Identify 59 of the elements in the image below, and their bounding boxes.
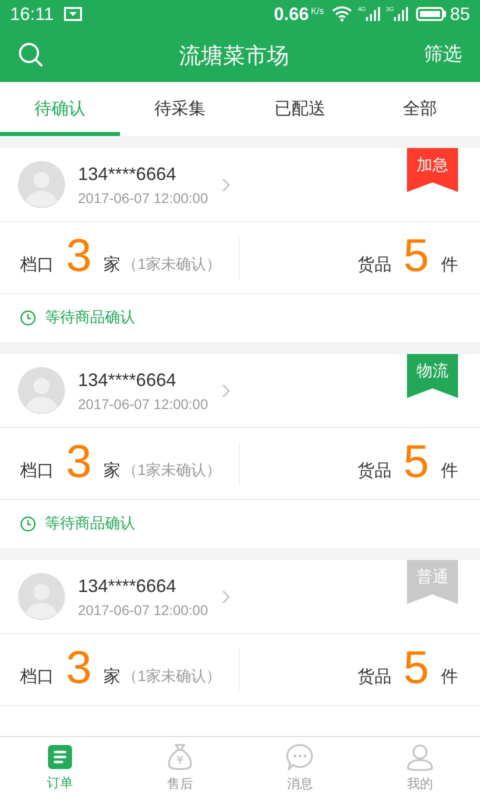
money-bag-icon (167, 743, 193, 772)
order-status: 等待商品确认 (45, 308, 135, 328)
stall-label: 档口 (20, 254, 54, 276)
tab[interactable]: 全部 (360, 82, 480, 136)
order-card[interactable]: 134****6664 2017-06-07 12:00:00 加急 档口 3 家（1家未确认） 货品 5 件 等待商品确认 (0, 148, 480, 342)
goods-unit: 件 (441, 666, 458, 688)
tab[interactable]: 已配送 (240, 82, 360, 136)
speed-unit: K/s (310, 5, 324, 18)
stall-unit: 家 (104, 666, 121, 688)
goods-count: 5 (403, 231, 429, 279)
avatar-icon (18, 161, 65, 208)
order-time: 2017-06-07 12:00:00 (78, 394, 208, 414)
clock-time: 16:11 (10, 2, 54, 26)
priority-tag: 加急 (407, 148, 458, 192)
signal-icon (394, 7, 408, 21)
stall-unit: 家 (104, 254, 121, 276)
phone-number: 134****6664 (78, 162, 178, 186)
goods-label: 货品 (357, 666, 392, 688)
search-icon[interactable] (18, 42, 44, 68)
image-icon (64, 7, 82, 21)
clock-icon (20, 310, 36, 326)
goods-count: 5 (403, 643, 429, 691)
clock-icon (20, 516, 36, 532)
phone-number: 134****6664 (78, 574, 178, 598)
person-icon (406, 743, 434, 772)
stall-label: 档口 (20, 666, 54, 688)
wifi-icon (332, 6, 352, 22)
stall-count: 3 (66, 643, 92, 691)
stall-count: 3 (66, 437, 92, 485)
goods-count: 5 (403, 437, 429, 485)
chevron-right-icon (222, 384, 230, 398)
battery-level: 85 (450, 2, 470, 26)
order-time: 2017-06-07 12:00:00 (78, 600, 208, 620)
avatar-icon (18, 573, 65, 620)
stall-note: （1家未确认） (122, 254, 221, 274)
goods-unit: 件 (441, 254, 458, 276)
stall-unit: 家 (104, 460, 121, 482)
header-title: 流塘菜市场 (178, 42, 290, 70)
chat-bubble-icon (286, 743, 314, 772)
signal-icon (366, 7, 380, 21)
phone-number: 134****6664 (78, 368, 178, 392)
battery-icon (416, 7, 446, 21)
chevron-right-icon (222, 178, 230, 192)
document-icon (47, 744, 73, 770)
stall-note: （1家未确认） (122, 460, 221, 480)
goods-label: 货品 (357, 254, 392, 276)
order-time: 2017-06-07 12:00:00 (78, 188, 208, 208)
goods-unit: 件 (441, 460, 458, 482)
chevron-right-icon (222, 590, 230, 604)
network-speed: 0.66 (274, 2, 309, 26)
avatar-icon (18, 367, 65, 414)
order-status: 等待商品确认 (45, 514, 135, 534)
stall-count: 3 (66, 231, 92, 279)
order-card[interactable]: 134****6664 2017-06-07 12:00:00 物流 档口 3 家（1家未确认） 货品 5 件 等待商品确认 (0, 354, 480, 548)
stall-label: 档口 (20, 460, 54, 482)
goods-label: 货品 (357, 460, 392, 482)
priority-tag: 物流 (407, 354, 458, 398)
stall-note: （1家未确认） (122, 666, 221, 686)
tab[interactable]: 待采集 (120, 82, 240, 136)
